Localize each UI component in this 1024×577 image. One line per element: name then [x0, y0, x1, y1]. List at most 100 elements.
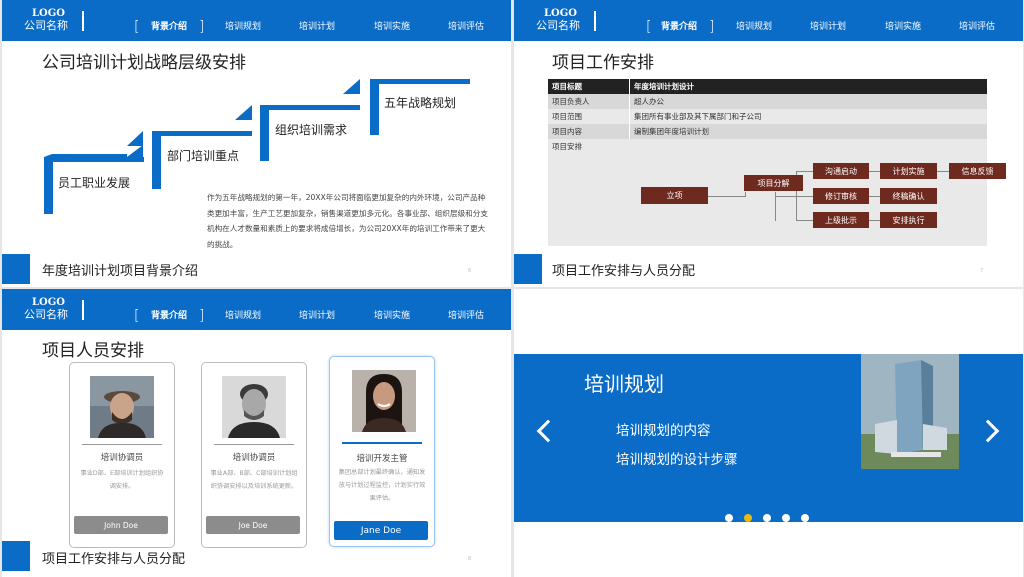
section-title: 培训规划	[584, 372, 664, 396]
flow-line	[745, 192, 746, 197]
flow-line	[775, 196, 796, 197]
nav-item-plan[interactable]: 培训计划	[810, 19, 846, 32]
step-2-post	[152, 131, 161, 189]
nav-bracket-right: ]	[199, 308, 205, 324]
nav-item-planning[interactable]: 培训规划	[736, 19, 772, 32]
person-role: 培训协调员	[100, 453, 144, 463]
nav-item-plan[interactable]: 培训计划	[299, 308, 335, 321]
flow-node: 计划实施	[880, 163, 937, 179]
nav-item-implementation[interactable]: 培训实施	[885, 19, 921, 32]
step-label-3: 组织培训需求	[275, 123, 348, 137]
logo-text: LOGO	[32, 297, 65, 308]
step-1-post	[44, 157, 53, 214]
section-item: 培训规划的内容	[616, 423, 711, 439]
flow-line	[796, 196, 813, 197]
company-name: 公司名称	[24, 308, 68, 321]
footer-title: 项目工作安排与人员分配	[552, 264, 696, 279]
arrangement-label: 项目安排	[552, 142, 582, 151]
person-role: 培训协调员	[232, 453, 276, 463]
table-cell: 编制集团年度培训计划	[629, 124, 987, 139]
chevron-right-icon[interactable]	[976, 419, 1000, 443]
nav-item-background[interactable]: 背景介绍	[151, 308, 187, 321]
flow-line	[708, 196, 745, 197]
nav-item-implementation[interactable]: 培训实施	[374, 308, 410, 321]
step-1-top	[44, 145, 143, 157]
card-divider	[214, 444, 294, 445]
flow-node: 上级批示	[813, 212, 869, 228]
page-number: 7	[980, 268, 984, 274]
step-label-2: 部门培训重点	[167, 149, 240, 163]
person-name-button[interactable]: Jane Doe	[334, 521, 428, 540]
flow-line	[868, 220, 880, 221]
step-label-1: 员工职业发展	[58, 176, 131, 190]
person-description: 事业D部、E部培训计划组织协调安排。	[80, 470, 164, 490]
nav-item-background[interactable]: 背景介绍	[661, 19, 697, 32]
step-2-bar	[152, 131, 252, 136]
avatar	[90, 376, 154, 438]
slide-work-arrangement[interactable]: LOGO 公司名称 [ 背景介绍 ] 培训规划 培训计划 培训实施 培训评估 项…	[514, 0, 1023, 287]
table-row: 项目内容 编制集团年度培训计划	[548, 124, 987, 139]
slide-personnel[interactable]: LOGO 公司名称 [ 背景介绍 ] 培训规划 培训计划 培训实施 培训评估 项…	[2, 289, 511, 577]
nav-item-evaluation[interactable]: 培训评估	[959, 19, 995, 32]
slide-header: LOGO 公司名称 [ 背景介绍 ] 培训规划 培训计划 培训实施 培训评估	[2, 289, 511, 330]
flow-node: 安排执行	[880, 212, 937, 228]
nav-bracket-left: [	[646, 19, 652, 35]
table-cell: 集团所有事业部及其下属部门和子公司	[629, 109, 987, 124]
person-name-button[interactable]: Joe Doe	[206, 516, 300, 534]
slide-title: 项目工作安排	[552, 53, 654, 73]
slide-header: LOGO 公司名称 [ 背景介绍 ] 培训规划 培训计划 培训实施 培训评估	[514, 0, 1023, 41]
logo-divider	[594, 11, 596, 31]
step-4-post	[370, 79, 379, 135]
nav-item-evaluation[interactable]: 培训评估	[448, 308, 484, 321]
card-divider	[342, 442, 422, 444]
section-banner: 培训规划 培训规划的内容 培训规划的设计步骤	[514, 354, 1023, 522]
step-3-tip	[343, 79, 360, 94]
person-description: 集团总部计划最终确认，通知发放与计划过程监控，计划实行效果评估。	[338, 469, 426, 502]
step-4-bar	[370, 79, 470, 84]
card-divider	[82, 444, 162, 445]
slide-background-intro[interactable]: LOGO 公司名称 [ 背景介绍 ] 培训规划 培训计划 培训实施 培训评估 公…	[2, 0, 511, 287]
flow-node: 修订审核	[813, 188, 869, 204]
person-card-highlighted: 培训开发主管 集团总部计划最终确认，通知发放与计划过程监控，计划实行效果评估。 …	[329, 356, 435, 547]
footer-title: 项目工作安排与人员分配	[42, 552, 186, 567]
table-cell: 项目范围	[552, 112, 582, 121]
carousel-dot[interactable]	[725, 514, 733, 522]
carousel-dot[interactable]	[763, 514, 771, 522]
carousel-dot[interactable]	[782, 514, 790, 522]
page-number: 6	[468, 268, 472, 274]
step-label-4: 五年战略规划	[384, 96, 457, 110]
chevron-left-icon[interactable]	[536, 419, 560, 443]
table-cell: 超人办公	[629, 94, 987, 109]
logo: LOGO 公司名称	[24, 297, 68, 320]
flow-line	[796, 220, 813, 221]
nav-bracket-right: ]	[709, 19, 715, 35]
flow-line	[868, 196, 880, 197]
carousel-dots	[725, 514, 809, 522]
logo-divider	[82, 300, 84, 320]
logo: LOGO 公司名称	[536, 8, 580, 31]
slide-training-planning[interactable]: 培训规划 培训规划的内容 培训规划的设计步骤	[514, 289, 1023, 577]
step-2-tip	[235, 105, 252, 120]
project-table: 项目标题 年度培训计划设计 项目负责人 超人办公 项目范围 集团所有事业部及其下…	[548, 79, 987, 139]
slide-title: 项目人员安排	[42, 341, 144, 361]
step-3-bar	[260, 105, 360, 110]
step-1-bar	[44, 157, 144, 162]
company-name: 公司名称	[536, 19, 580, 32]
flow-node: 终稿确认	[880, 188, 937, 204]
carousel-dot-active[interactable]	[744, 514, 752, 522]
step-3-post	[260, 105, 269, 161]
flow-line	[868, 171, 880, 172]
table-cell: 项目内容	[552, 127, 582, 136]
person-card: 培训协调员 事业D部、E部培训计划组织协调安排。 John Doe	[69, 362, 175, 548]
table-row: 项目负责人 超人办公	[548, 94, 987, 109]
carousel-dot[interactable]	[801, 514, 809, 522]
arrangement-area: 项目安排 立项 项目分解 沟通启动 修订审核 上级批示 计划实施 终稿确认 安排…	[548, 139, 1006, 246]
nav-item-planning[interactable]: 培训规划	[225, 308, 261, 321]
person-name-button[interactable]: John Doe	[74, 516, 168, 534]
step-1-tip	[127, 131, 143, 146]
flow-node-split: 项目分解	[744, 175, 803, 191]
table-cell: 年度培训计划设计	[629, 79, 987, 94]
table-cell: 项目标题	[552, 82, 582, 91]
footer-accent	[2, 541, 30, 571]
table-row-header: 项目标题 年度培训计划设计	[548, 79, 987, 94]
